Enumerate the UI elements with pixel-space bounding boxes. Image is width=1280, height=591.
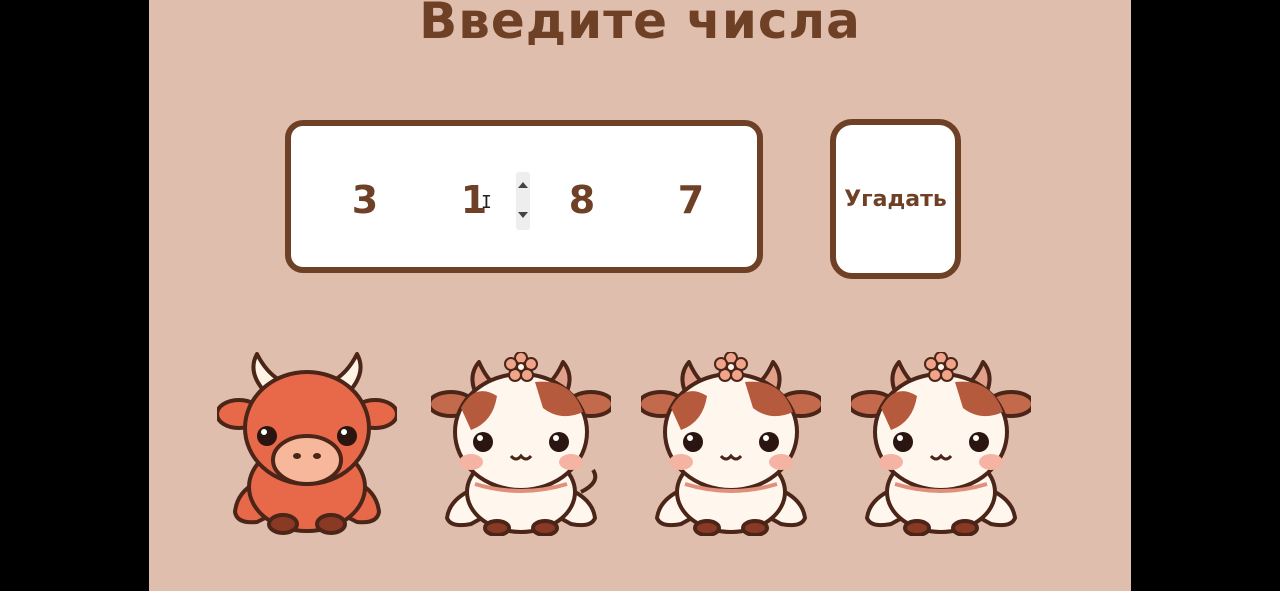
bull-red-icon — [217, 352, 397, 535]
spin-down-icon[interactable] — [518, 212, 528, 218]
cow-spotted-icon — [641, 352, 821, 536]
spin-up-icon[interactable] — [518, 182, 528, 188]
digit-input-3[interactable]: 8 — [552, 178, 612, 222]
digit-input-2[interactable]: 1 — [444, 178, 504, 222]
game-area: Введите числа 3 1 I 8 7 Угадать — [149, 0, 1131, 591]
guess-button[interactable]: Угадать — [830, 119, 961, 279]
text-cursor-icon: I — [481, 192, 492, 213]
digit-input-1[interactable]: 3 — [335, 178, 395, 222]
digit-input-4[interactable]: 7 — [661, 178, 721, 222]
number-spinner[interactable] — [516, 172, 530, 230]
page-title: Введите числа — [419, 0, 861, 50]
cow-spotted-icon — [851, 352, 1031, 536]
cow-spotted-icon — [431, 352, 611, 536]
digits-input-group: 3 1 I 8 7 — [285, 120, 763, 273]
